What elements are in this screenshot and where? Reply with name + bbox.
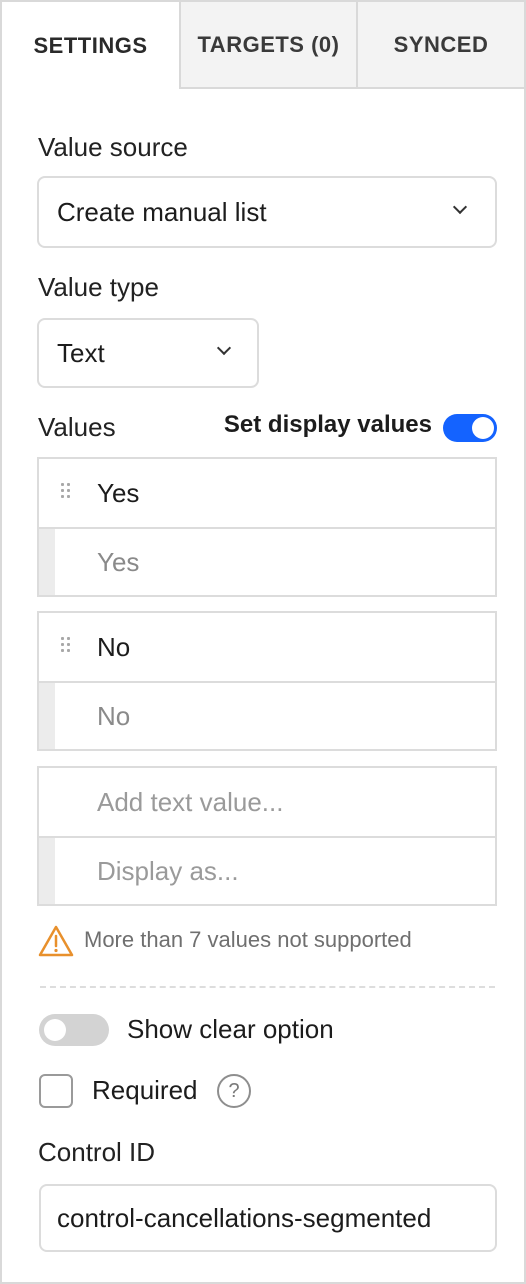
display-row[interactable]: No [39,681,495,749]
value-type-selected: Text [57,337,105,368]
value-source-label: Value source [38,132,188,162]
new-value-row[interactable]: Add text value... [39,768,495,836]
values-label: Values [38,412,116,442]
add-text-value-input[interactable]: Add text value... [97,787,283,818]
drag-handle-icon[interactable] [61,637,71,657]
divider [40,986,495,988]
display-text[interactable]: No [97,701,130,732]
display-row[interactable]: Yes [39,527,495,595]
value-row[interactable]: Yes [39,459,495,527]
display-text[interactable]: Yes [97,547,139,578]
warning-icon [38,925,74,957]
display-indent-bar [39,529,55,595]
control-id-input[interactable] [39,1184,497,1252]
new-value-item: Add text value... Display as... [37,766,497,906]
new-display-row[interactable]: Display as... [39,836,495,904]
values-limit-warning: More than 7 values not supported [38,924,412,958]
required-label: Required [92,1075,198,1105]
help-icon[interactable]: ? [217,1074,251,1108]
value-source-selected: Create manual list [57,196,267,227]
display-indent-bar [39,683,55,749]
tab-targets[interactable]: TARGETS (0) [179,2,356,89]
set-display-values-label: Set display values [223,411,432,438]
display-indent-bar [39,838,55,904]
show-clear-option-label: Show clear option [127,1014,334,1044]
toggle-knob [44,1019,66,1041]
warning-text: More than 7 values not supported [84,927,412,952]
chevron-down-icon [452,199,468,215]
control-settings-panel: SETTINGS TARGETS (0) SYNCED Value source… [0,0,526,1284]
required-checkbox[interactable] [39,1074,73,1108]
set-display-values-toggle[interactable] [443,414,497,442]
display-as-input[interactable]: Display as... [97,856,239,887]
value-source-select[interactable]: Create manual list [37,176,497,248]
toggle-knob [472,417,494,439]
value-item: No No [37,611,497,751]
value-text[interactable]: No [97,632,130,663]
chevron-down-icon [216,340,232,356]
value-type-label: Value type [38,272,159,302]
tab-settings[interactable]: SETTINGS [2,2,179,89]
control-id-label: Control ID [38,1137,156,1167]
value-type-select[interactable]: Text [37,318,259,388]
value-item: Yes Yes [37,457,497,597]
tab-synced[interactable]: SYNCED [356,2,524,89]
show-clear-option-toggle[interactable] [39,1014,109,1046]
drag-handle-icon[interactable] [61,483,71,503]
value-row[interactable]: No [39,613,495,681]
value-text[interactable]: Yes [97,478,139,509]
tab-bar: SETTINGS TARGETS (0) SYNCED [2,2,524,89]
